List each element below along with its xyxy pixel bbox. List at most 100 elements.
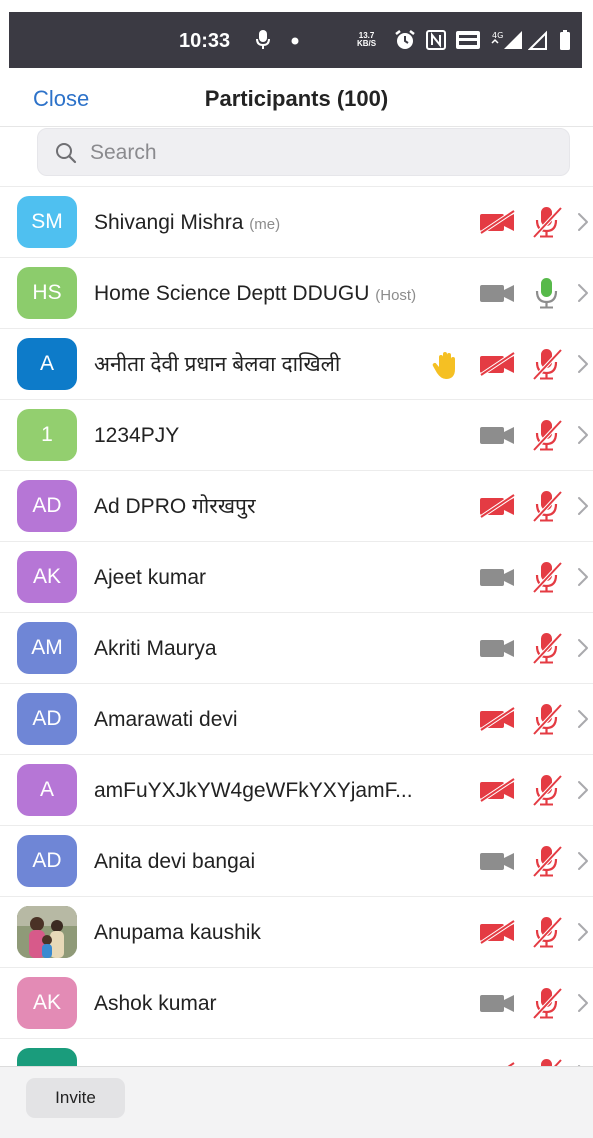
avatar: AK: [17, 551, 77, 603]
video-camera-icon: [478, 564, 518, 595]
participant-name-cell: Ajeet kumar: [94, 542, 206, 613]
network-rate: 13.7 KB/S: [357, 31, 377, 48]
participant-row[interactable]: A अनीता देवी प्रधान बेलवा दाखिली: [0, 329, 593, 400]
participant-name-cell: Akriti Maurya: [94, 613, 217, 684]
chevron-right-icon[interactable]: [577, 496, 589, 521]
avatar-initials: AK: [32, 991, 61, 1014]
mic-muted-icon: [530, 488, 564, 529]
participant-name-cell: Home Science Deptt DDUGU (Host): [94, 258, 416, 329]
video-off-icon: [478, 351, 518, 382]
search-box[interactable]: [37, 128, 570, 176]
chevron-right-icon[interactable]: [577, 709, 589, 734]
participant-row[interactable]: AD Anita devi bangai: [0, 826, 593, 897]
svg-text:4G: 4G: [492, 31, 503, 40]
participant-name: Amarawati devi: [94, 708, 238, 731]
mic-muted-icon: [530, 417, 564, 458]
video-off-icon: [478, 777, 518, 808]
participant-row[interactable]: HS Home Science Deptt DDUGU (Host): [0, 258, 593, 329]
participant-list[interactable]: SM Shivangi Mishra (me) HS Home Science Dep…: [0, 186, 593, 1067]
participant-row[interactable]: SM Shivangi Mishra (me): [0, 187, 593, 258]
avatar-initials: A: [39, 352, 54, 375]
video-camera-icon: [478, 422, 518, 453]
participant-name-cell: Anupama kaushik: [94, 897, 261, 968]
chevron-right-icon[interactable]: [577, 425, 589, 450]
video-off-icon: [478, 706, 518, 737]
mic-muted-icon: [530, 630, 564, 671]
participant-name: Akriti Maurya: [94, 637, 217, 660]
video-camera-icon: [478, 635, 518, 666]
chevron-right-icon[interactable]: [577, 922, 589, 947]
participant-role-tag: (me): [249, 216, 281, 233]
chevron-right-icon[interactable]: [577, 780, 589, 805]
mic-muted-icon: [530, 204, 564, 245]
mic-active-icon: [530, 275, 564, 316]
avatar-initials: HS: [32, 281, 62, 304]
search-input[interactable]: [88, 137, 552, 169]
avatar: AD: [17, 835, 77, 887]
participant-row[interactable]: AK Ashok kumar: [0, 968, 593, 1039]
avatar: AD: [17, 480, 77, 532]
participant-name: Ad DPRO गोरखपुर: [94, 495, 256, 518]
participant-name: Shivangi Mishra: [94, 211, 244, 234]
avatar-initials: 1: [41, 423, 53, 446]
avatar-initials: AM: [31, 636, 63, 659]
avatar-initials: A: [39, 778, 54, 801]
avatar: A: [17, 338, 77, 390]
raised-hand-icon: [430, 349, 462, 386]
participant-row[interactable]: [0, 1039, 593, 1067]
avatar: HS: [17, 267, 77, 319]
avatar-initials: SM: [31, 210, 63, 233]
avatar: [17, 1048, 77, 1067]
chevron-right-icon[interactable]: [577, 567, 589, 592]
microphone-status-icon: [256, 29, 270, 51]
participant-name: Ajeet kumar: [94, 566, 207, 589]
video-camera-icon: [478, 280, 518, 311]
participant-name-cell: Shivangi Mishra (me): [94, 187, 280, 258]
chevron-right-icon[interactable]: [577, 851, 589, 876]
participant-name-cell: Ashok kumar: [94, 968, 217, 1039]
search-area: [0, 126, 593, 186]
participant-name: Home Science Deptt DDUGU: [94, 282, 370, 305]
chevron-right-icon[interactable]: [577, 283, 589, 308]
participant-name-cell: Amarawati devi: [94, 684, 238, 755]
status-bar: 10:33 13.7 KB/S 4G: [9, 12, 582, 68]
video-off-icon: [478, 209, 518, 240]
participant-row[interactable]: AM Akriti Maurya: [0, 613, 593, 684]
avatar: [17, 906, 77, 958]
chevron-right-icon[interactable]: [577, 212, 589, 237]
mic-muted-icon: [530, 843, 564, 884]
avatar-initials: AD: [32, 849, 62, 872]
signal-strength-icon: [528, 29, 548, 51]
mic-muted-icon: [530, 772, 564, 813]
mic-muted-icon: [530, 559, 564, 600]
avatar-initials: AD: [32, 707, 62, 730]
participant-row[interactable]: AD Amarawati devi: [0, 684, 593, 755]
bottom-bar: Invite: [0, 1066, 593, 1138]
participant-row[interactable]: 1 1234PJY: [0, 400, 593, 471]
nfc-icon: [425, 29, 447, 51]
avatar-initials: AK: [32, 565, 61, 588]
notification-dot-icon: [291, 29, 299, 51]
participant-row[interactable]: AamFuYXJkYW4geWFkYXYjamF...: [0, 755, 593, 826]
participant-name-cell: Ad DPRO गोरखपुर: [94, 471, 256, 542]
chevron-right-icon[interactable]: [577, 993, 589, 1018]
status-time: 10:33: [179, 30, 231, 52]
participant-name-cell: Anita devi bangai: [94, 826, 255, 897]
video-off-icon: [478, 919, 518, 950]
participant-name-cell: 1234PJY: [94, 400, 179, 471]
participant-name: अनीता देवी प्रधान बेलवा दाखिली: [94, 353, 341, 376]
mic-muted-icon: [530, 985, 564, 1026]
search-icon: [54, 141, 78, 170]
chevron-right-icon[interactable]: [577, 354, 589, 379]
video-off-icon: [478, 493, 518, 524]
participant-name-cell: amFuYXJkYW4geWFkYXYjamF...: [94, 755, 413, 826]
invite-button[interactable]: Invite: [26, 1078, 125, 1118]
chevron-right-icon[interactable]: [577, 638, 589, 663]
participant-row[interactable]: AD Ad DPRO गोरखपुर: [0, 471, 593, 542]
participant-row[interactable]: AK Ajeet kumar: [0, 542, 593, 613]
participant-role-tag: (Host): [375, 287, 417, 304]
participant-name-cell: अनीता देवी प्रधान बेलवा दाखिली: [94, 329, 340, 400]
participant-name: 1234PJY: [94, 424, 180, 447]
participant-row[interactable]: Anupama kaushik: [0, 897, 593, 968]
alarm-icon: [394, 29, 416, 51]
